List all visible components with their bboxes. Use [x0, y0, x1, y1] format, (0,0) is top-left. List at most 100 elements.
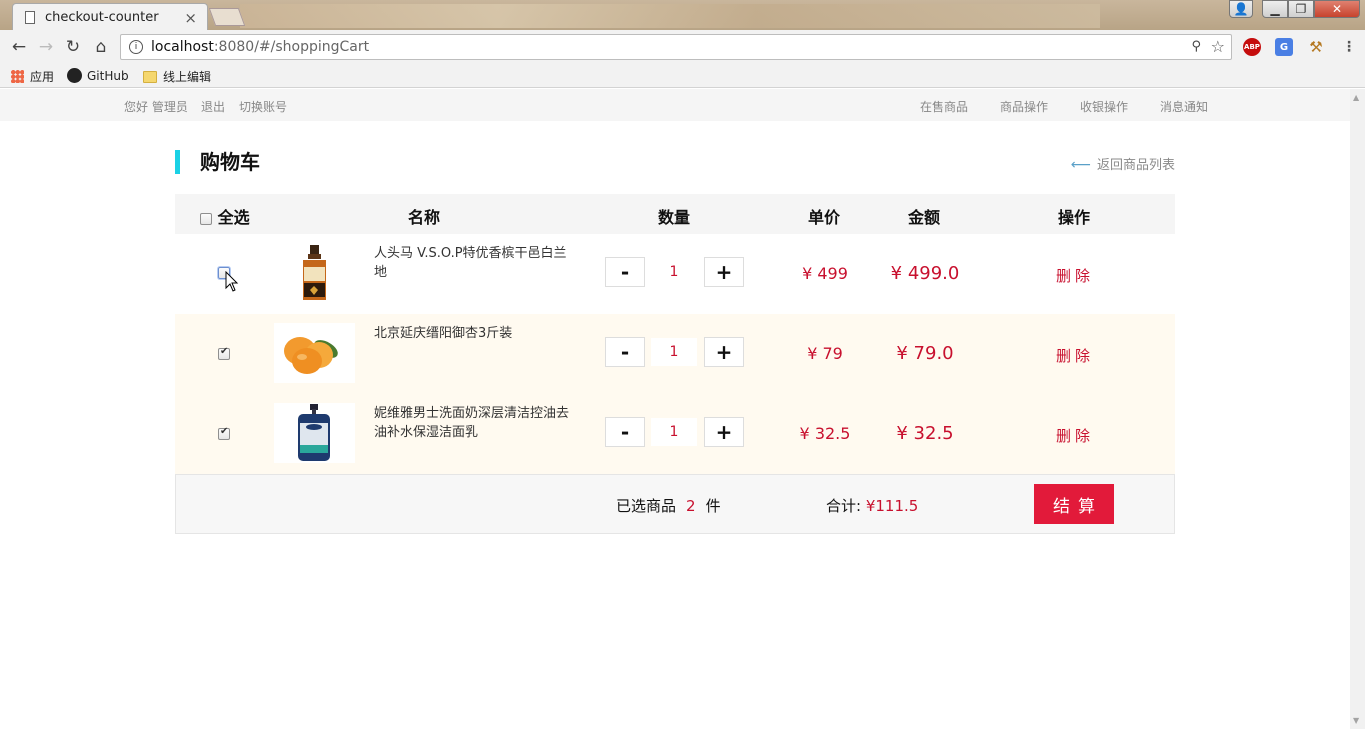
- translate-icon[interactable]: G: [1275, 38, 1293, 56]
- select-all-checkbox[interactable]: [200, 212, 212, 225]
- maximize-button[interactable]: ❐: [1288, 0, 1314, 18]
- browser-menu-icon[interactable]: ⋮: [1340, 38, 1358, 56]
- github-icon: [67, 68, 82, 83]
- bookmark-label: 应用: [30, 70, 55, 84]
- forward-arrow-icon[interactable]: →: [35, 36, 57, 58]
- item-checkbox[interactable]: [218, 346, 230, 360]
- product-name[interactable]: 人头马 V.S.O.P特优香槟干邑白兰地: [374, 244, 579, 282]
- site-top-nav: 您好 管理员 退出 切换账号 在售商品 商品操作 收银操作 消息通知: [0, 89, 1350, 121]
- decrease-button[interactable]: -: [605, 337, 645, 367]
- vertical-scrollbar[interactable]: ▲ ▼: [1350, 89, 1365, 729]
- header-name: 名称: [408, 208, 441, 227]
- bookmark-star-icon[interactable]: ☆: [1211, 37, 1225, 56]
- line-amount: ¥ 79.0: [896, 343, 954, 364]
- selected-prefix: 已选商品: [616, 497, 677, 515]
- checkout-button[interactable]: 结算: [1034, 484, 1114, 524]
- close-window-button[interactable]: ✕: [1314, 0, 1360, 18]
- delete-button[interactable]: 删除: [1025, 345, 1125, 366]
- quantity-input[interactable]: 1: [651, 338, 697, 366]
- address-bar[interactable]: i localhost :8080/#/shoppingCart ⚲ ☆: [120, 34, 1232, 60]
- cart-row: 人头马 V.S.O.P特优香槟干邑白兰地 - 1 + ¥ 499 ¥ 499.0…: [175, 234, 1175, 314]
- product-name[interactable]: 妮维雅男士洗面奶深层清洁控油去油补水保湿洁面乳: [374, 404, 579, 442]
- cart-row: 北京延庆缙阳御杏3斤装 - 1 + ¥ 79 ¥ 79.0 删除: [175, 314, 1175, 394]
- browser-tab-strip: checkout-counter × 👤 ▁ ❐ ✕: [0, 0, 1365, 30]
- bookmark-apps[interactable]: 应用: [11, 68, 54, 85]
- back-to-list-link[interactable]: ⟵ 返回商品列表: [1071, 154, 1175, 173]
- greeting: 您好 管理员: [124, 100, 188, 114]
- page-title: 购物车: [175, 150, 260, 174]
- quantity-stepper: - 1 +: [605, 257, 745, 289]
- increase-button[interactable]: +: [704, 257, 744, 287]
- table-header: 全选 名称 数量 单价 金额 操作: [175, 194, 1175, 234]
- delete-button[interactable]: 删除: [1025, 425, 1125, 446]
- extension-tool-icon[interactable]: ⚒: [1307, 38, 1325, 56]
- url-host: localhost: [151, 39, 214, 55]
- total-label: 合计:: [826, 497, 862, 515]
- scroll-up-icon[interactable]: ▲: [1353, 93, 1359, 102]
- quantity-stepper: - 1 +: [605, 337, 745, 369]
- increase-button[interactable]: +: [704, 417, 744, 447]
- nav-on-sale[interactable]: 在售商品: [920, 98, 968, 115]
- background-tabs[interactable]: [240, 4, 1100, 28]
- header-action: 操作: [1058, 208, 1091, 227]
- decrease-button[interactable]: -: [605, 257, 645, 287]
- bookmarks-bar: 应用 GitHub 线上编辑: [0, 64, 1365, 88]
- bookmark-online-editor[interactable]: 线上编辑: [143, 68, 211, 85]
- scroll-down-icon[interactable]: ▼: [1353, 716, 1359, 725]
- bookmark-label: 线上编辑: [163, 70, 212, 84]
- back-link-label: 返回商品列表: [1096, 158, 1175, 173]
- folder-icon: [143, 70, 157, 83]
- adblock-icon[interactable]: ABP: [1243, 38, 1261, 56]
- header-quantity: 数量: [658, 208, 691, 227]
- product-name[interactable]: 北京延庆缙阳御杏3斤装: [374, 324, 579, 343]
- key-icon[interactable]: ⚲: [1191, 39, 1201, 54]
- nav-product-ops[interactable]: 商品操作: [1000, 98, 1048, 115]
- home-icon[interactable]: ⌂: [90, 36, 112, 58]
- tab-title: checkout-counter: [45, 9, 159, 25]
- browser-tab-active[interactable]: checkout-counter ×: [12, 3, 208, 30]
- tab-close-icon[interactable]: ×: [184, 9, 197, 27]
- reload-icon[interactable]: ↻: [62, 36, 84, 58]
- product-image-cleanser[interactable]: [274, 403, 355, 463]
- select-all-label: 全选: [217, 208, 250, 227]
- info-icon[interactable]: i: [129, 40, 143, 54]
- unit-price: ¥ 499: [802, 264, 848, 283]
- cart-total: 合计: ¥111.5: [826, 495, 918, 516]
- unit-price: ¥ 32.5: [799, 424, 851, 443]
- delete-button[interactable]: 删除: [1025, 265, 1125, 286]
- mouse-cursor-icon: [225, 271, 239, 292]
- nav-notifications[interactable]: 消息通知: [1160, 98, 1208, 115]
- increase-button[interactable]: +: [704, 337, 744, 367]
- bookmark-github[interactable]: GitHub: [67, 68, 129, 83]
- quantity-input[interactable]: 1: [651, 418, 697, 446]
- profile-icon[interactable]: 👤: [1229, 0, 1253, 18]
- unit-price: ¥ 79: [807, 344, 843, 363]
- quantity-input[interactable]: 1: [651, 258, 697, 286]
- cart-row: 妮维雅男士洗面奶深层清洁控油去油补水保湿洁面乳 - 1 + ¥ 32.5 ¥ 3…: [175, 394, 1175, 474]
- new-tab-button[interactable]: [208, 8, 246, 26]
- header-unit-price: 单价: [808, 208, 841, 227]
- item-checkbox[interactable]: [218, 426, 230, 440]
- total-value: ¥111.5: [865, 497, 919, 515]
- cart-footer: 已选商品 2 件 合计: ¥111.5 结算: [175, 474, 1175, 534]
- left-arrow-icon: ⟵: [1070, 157, 1091, 173]
- nav-checkout-ops[interactable]: 收银操作: [1080, 98, 1128, 115]
- product-image-cognac[interactable]: [274, 243, 355, 303]
- minimize-button[interactable]: ▁: [1262, 0, 1288, 18]
- apps-grid-icon: [11, 70, 24, 83]
- back-arrow-icon[interactable]: ←: [8, 36, 30, 58]
- selected-number: 2: [686, 497, 696, 515]
- selected-count: 已选商品 2 件: [616, 495, 721, 516]
- decrease-button[interactable]: -: [605, 417, 645, 447]
- quantity-stepper: - 1 +: [605, 417, 745, 449]
- product-image-apricots[interactable]: [274, 323, 355, 383]
- line-amount: ¥ 32.5: [896, 423, 954, 444]
- bookmark-label: GitHub: [87, 68, 129, 83]
- logout-link[interactable]: 退出: [201, 98, 225, 115]
- browser-toolbar: ← → ↻ ⌂ i localhost :8080/#/shoppingCart…: [0, 30, 1365, 64]
- page-icon: [25, 10, 35, 24]
- select-all[interactable]: 全选: [200, 204, 250, 228]
- url-path: :8080/#/shoppingCart: [213, 39, 370, 55]
- page-viewport: 您好 管理员 退出 切换账号 在售商品 商品操作 收银操作 消息通知 购物车 ⟵…: [0, 89, 1350, 729]
- switch-account-link[interactable]: 切换账号: [239, 98, 287, 115]
